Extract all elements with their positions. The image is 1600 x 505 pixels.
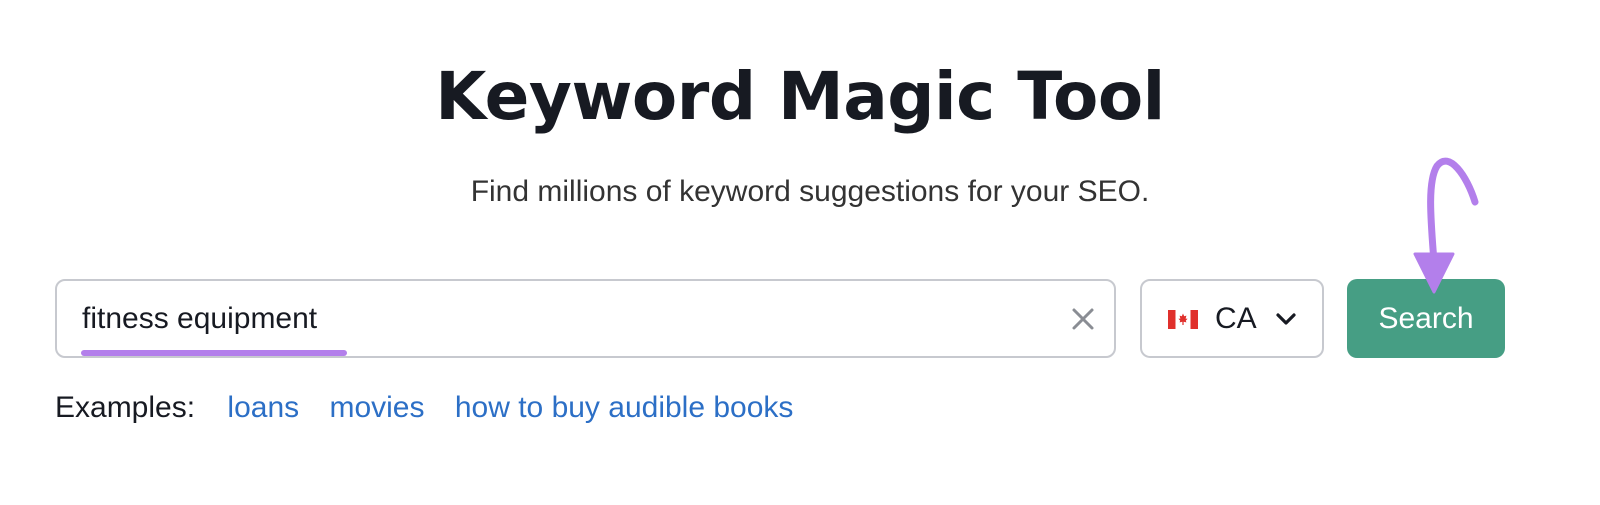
close-icon[interactable] bbox=[1070, 306, 1096, 332]
highlight-underline bbox=[81, 350, 347, 356]
country-code: CA bbox=[1215, 302, 1257, 335]
keyword-magic-tool-page: Keyword Magic Tool Find millions of keyw… bbox=[0, 0, 1600, 505]
search-button[interactable]: Search bbox=[1347, 279, 1505, 358]
example-link-movies[interactable]: movies bbox=[329, 391, 424, 424]
search-input-value[interactable]: fitness equipment bbox=[82, 281, 317, 356]
example-link-loans[interactable]: loans bbox=[227, 391, 299, 424]
examples-row: Examples: loans movies how to buy audibl… bbox=[55, 386, 815, 430]
examples-label: Examples: bbox=[55, 391, 196, 424]
page-title: Keyword Magic Tool bbox=[435, 58, 1165, 135]
canada-flag-icon bbox=[1168, 310, 1198, 329]
keyword-search-input[interactable]: fitness equipment bbox=[55, 279, 1116, 358]
country-select[interactable]: CA bbox=[1140, 279, 1324, 358]
example-link-audible-books[interactable]: how to buy audible books bbox=[455, 391, 794, 424]
page-subtitle: Find millions of keyword suggestions for… bbox=[470, 175, 1150, 208]
chevron-down-icon bbox=[1276, 313, 1296, 325]
